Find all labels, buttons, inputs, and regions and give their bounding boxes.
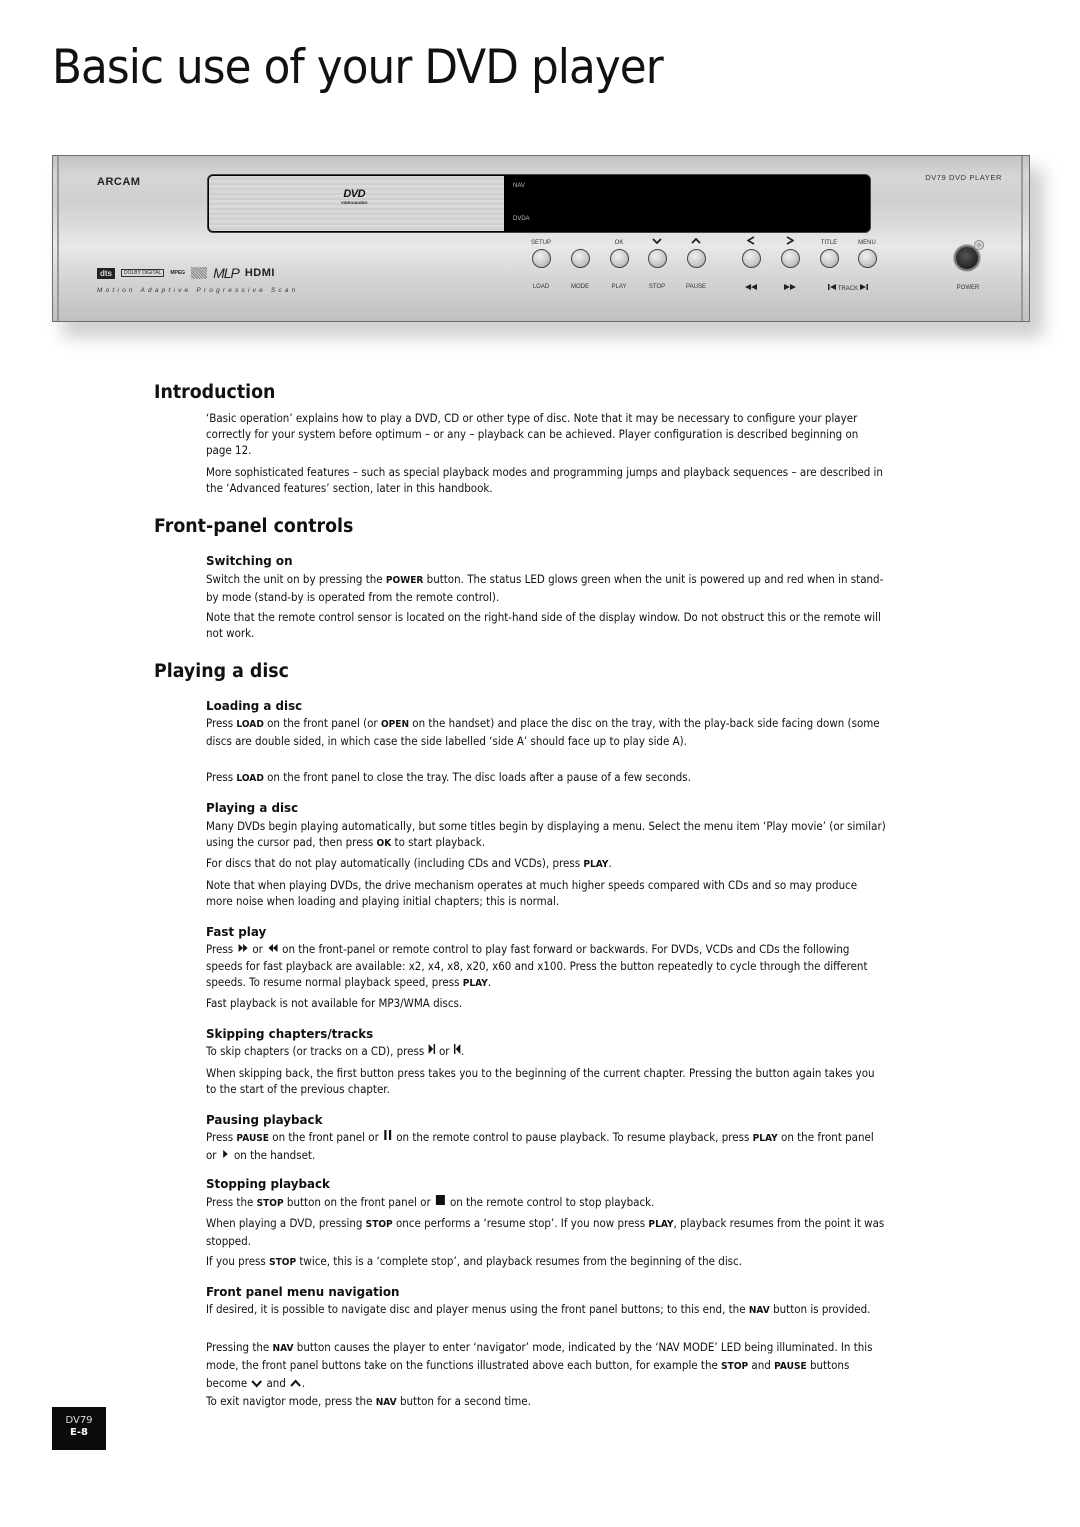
footer-model: DV79 bbox=[65, 1415, 93, 1426]
skip-previous-icon bbox=[453, 1043, 461, 1059]
fast-play-heading: Fast play bbox=[206, 924, 267, 939]
dvd-logo-subtext: VIDEO/AUDIO bbox=[341, 200, 368, 205]
load-setup-button[interactable] bbox=[531, 249, 551, 268]
skip-next-icon bbox=[428, 1043, 436, 1059]
setup-label: SETUP bbox=[530, 240, 551, 246]
stopping-paragraph-2: When playing a DVD, pressing STOP once p… bbox=[206, 1216, 885, 1249]
fast-forward-right-button[interactable] bbox=[780, 249, 800, 268]
menu-navigation-paragraph-1: If desired, it is possible to navigate d… bbox=[206, 1302, 871, 1316]
chevron-down-icon bbox=[251, 1376, 264, 1392]
pause-icon bbox=[382, 1129, 393, 1145]
panel-edge-left bbox=[57, 156, 59, 321]
rewind-left-button[interactable] bbox=[741, 249, 761, 268]
play-ok-button[interactable] bbox=[609, 249, 629, 268]
stopping-heading: Stopping playback bbox=[206, 1176, 330, 1191]
brand-logo: ARCAM bbox=[97, 176, 141, 188]
stop-down-button[interactable] bbox=[647, 249, 667, 268]
fast-play-paragraph-2: Fast playback is not available for MP3/W… bbox=[206, 996, 463, 1010]
load-label: LOAD bbox=[532, 284, 550, 290]
skipping-heading: Skipping chapters/tracks bbox=[206, 1026, 374, 1041]
playing-paragraph-1: Many DVDs begin playing automatically, b… bbox=[206, 819, 886, 850]
skip-previous-icon bbox=[828, 284, 837, 290]
play-icon bbox=[220, 1148, 231, 1164]
power-button[interactable] bbox=[954, 245, 980, 271]
ok-label: OK bbox=[614, 240, 624, 246]
playing-a-disc-heading: Playing a disc bbox=[154, 661, 289, 682]
skipping-paragraph-1: To skip chapters (or tracks on a CD), pr… bbox=[206, 1043, 465, 1059]
display-window: DVD VIDEO/AUDIO NAV DVDA bbox=[207, 174, 871, 233]
play-label: PLAY bbox=[611, 284, 627, 290]
track-prev-title-button[interactable] bbox=[819, 249, 839, 268]
dvda-indicator: DVDA bbox=[513, 216, 530, 222]
menu-label: MENU bbox=[858, 240, 876, 246]
switching-on-paragraph-1: Switch the unit on by pressing the POWER… bbox=[206, 572, 884, 605]
page-number-badge: DV79 E-8 bbox=[52, 1407, 106, 1450]
rewind-icon bbox=[731, 284, 771, 292]
loading-paragraph-1: Press LOAD on the front panel (or OPEN o… bbox=[206, 716, 880, 749]
chevron-left-icon bbox=[731, 236, 771, 248]
menu-navigation-heading: Front panel menu navigation bbox=[206, 1284, 400, 1299]
pausing-paragraph-1: Press PAUSE on the front panel or on the… bbox=[206, 1129, 874, 1164]
introduction-paragraph-2: More sophisticated features – such as sp… bbox=[206, 465, 883, 496]
skipping-paragraph-2: When skipping back, the first button pre… bbox=[206, 1066, 875, 1097]
loading-a-disc-heading: Loading a disc bbox=[206, 698, 303, 713]
page-title: Basic use of your DVD player bbox=[52, 40, 664, 95]
playing-paragraph-2: For discs that do not play automatically… bbox=[206, 856, 612, 870]
pause-up-button[interactable] bbox=[686, 249, 706, 268]
track-next-menu-button[interactable] bbox=[857, 249, 877, 268]
introduction-heading: Introduction bbox=[154, 382, 276, 403]
model-label: DV79 DVD PLAYER bbox=[925, 173, 1002, 182]
fast-play-paragraph-1: Press or on the front-panel or remote co… bbox=[206, 941, 868, 989]
format-logos: dts DOLBY DIGITAL MPEG MLP HDMI bbox=[97, 265, 275, 281]
menu-navigation-paragraph-3: To exit navigtor mode, press the NAV but… bbox=[206, 1394, 531, 1408]
panel-edge-right bbox=[1021, 156, 1023, 321]
mode-label: MODE bbox=[571, 284, 589, 290]
chevron-up-icon bbox=[289, 1376, 302, 1392]
track-label-group: TRACK bbox=[818, 284, 878, 292]
front-panel-controls-heading: Front-panel controls bbox=[154, 516, 354, 537]
playing-subheading: Playing a disc bbox=[206, 800, 299, 815]
tagline: Motion Adaptive Progressive Scan bbox=[97, 287, 299, 294]
stop-icon bbox=[434, 1194, 447, 1210]
compact-disc-logo bbox=[191, 267, 208, 279]
track-label: TRACK bbox=[837, 286, 859, 292]
pause-label: PAUSE bbox=[686, 284, 706, 290]
introduction-paragraph-1: ‘Basic operation’ explains how to play a… bbox=[206, 411, 859, 458]
dvd-player-front-panel: ARCAM DV79 DVD PLAYER DVD VIDEO/AUDIO NA… bbox=[52, 155, 1030, 322]
stopping-paragraph-1: Press the STOP button on the front panel… bbox=[206, 1194, 655, 1210]
hdmi-logo: HDMI bbox=[244, 267, 275, 279]
mode-button[interactable] bbox=[570, 249, 590, 268]
skip-next-icon bbox=[859, 284, 868, 290]
footer-page-number: E-8 bbox=[70, 1427, 88, 1438]
dts-logo: dts bbox=[97, 267, 115, 279]
dvd-logo-text: DVD bbox=[343, 188, 366, 200]
disc-tray-window: DVD VIDEO/AUDIO bbox=[209, 176, 504, 231]
fast-forward-icon bbox=[770, 284, 810, 292]
menu-navigation-paragraph-2: Pressing the NAV button causes the playe… bbox=[206, 1340, 873, 1392]
chevron-down-icon bbox=[637, 236, 677, 247]
title-label: TITLE bbox=[820, 240, 838, 246]
chevron-up-icon bbox=[676, 236, 716, 247]
power-label: POWER bbox=[956, 285, 980, 291]
switching-on-paragraph-2: Note that the remote control sensor is l… bbox=[206, 610, 881, 641]
pausing-heading: Pausing playback bbox=[206, 1112, 323, 1127]
fast-forward-icon bbox=[236, 941, 249, 957]
rewind-icon bbox=[266, 941, 279, 957]
switching-on-heading: Switching on bbox=[206, 553, 293, 568]
dolby-logo: DOLBY DIGITAL bbox=[121, 269, 165, 277]
mpeg-logo: MPEG bbox=[170, 270, 186, 276]
stopping-paragraph-3: If you press STOP twice, this is a ‘comp… bbox=[206, 1254, 743, 1268]
dvd-logo: DVD VIDEO/AUDIO bbox=[341, 188, 367, 205]
loading-paragraph-2: Press LOAD on the front panel to close t… bbox=[206, 770, 691, 784]
nav-indicator: NAV bbox=[513, 183, 525, 189]
chevron-right-icon bbox=[770, 236, 810, 248]
mlp-logo: MLP bbox=[213, 265, 240, 281]
playing-paragraph-3: Note that when playing DVDs, the drive m… bbox=[206, 878, 858, 909]
stop-label: STOP bbox=[648, 284, 666, 290]
